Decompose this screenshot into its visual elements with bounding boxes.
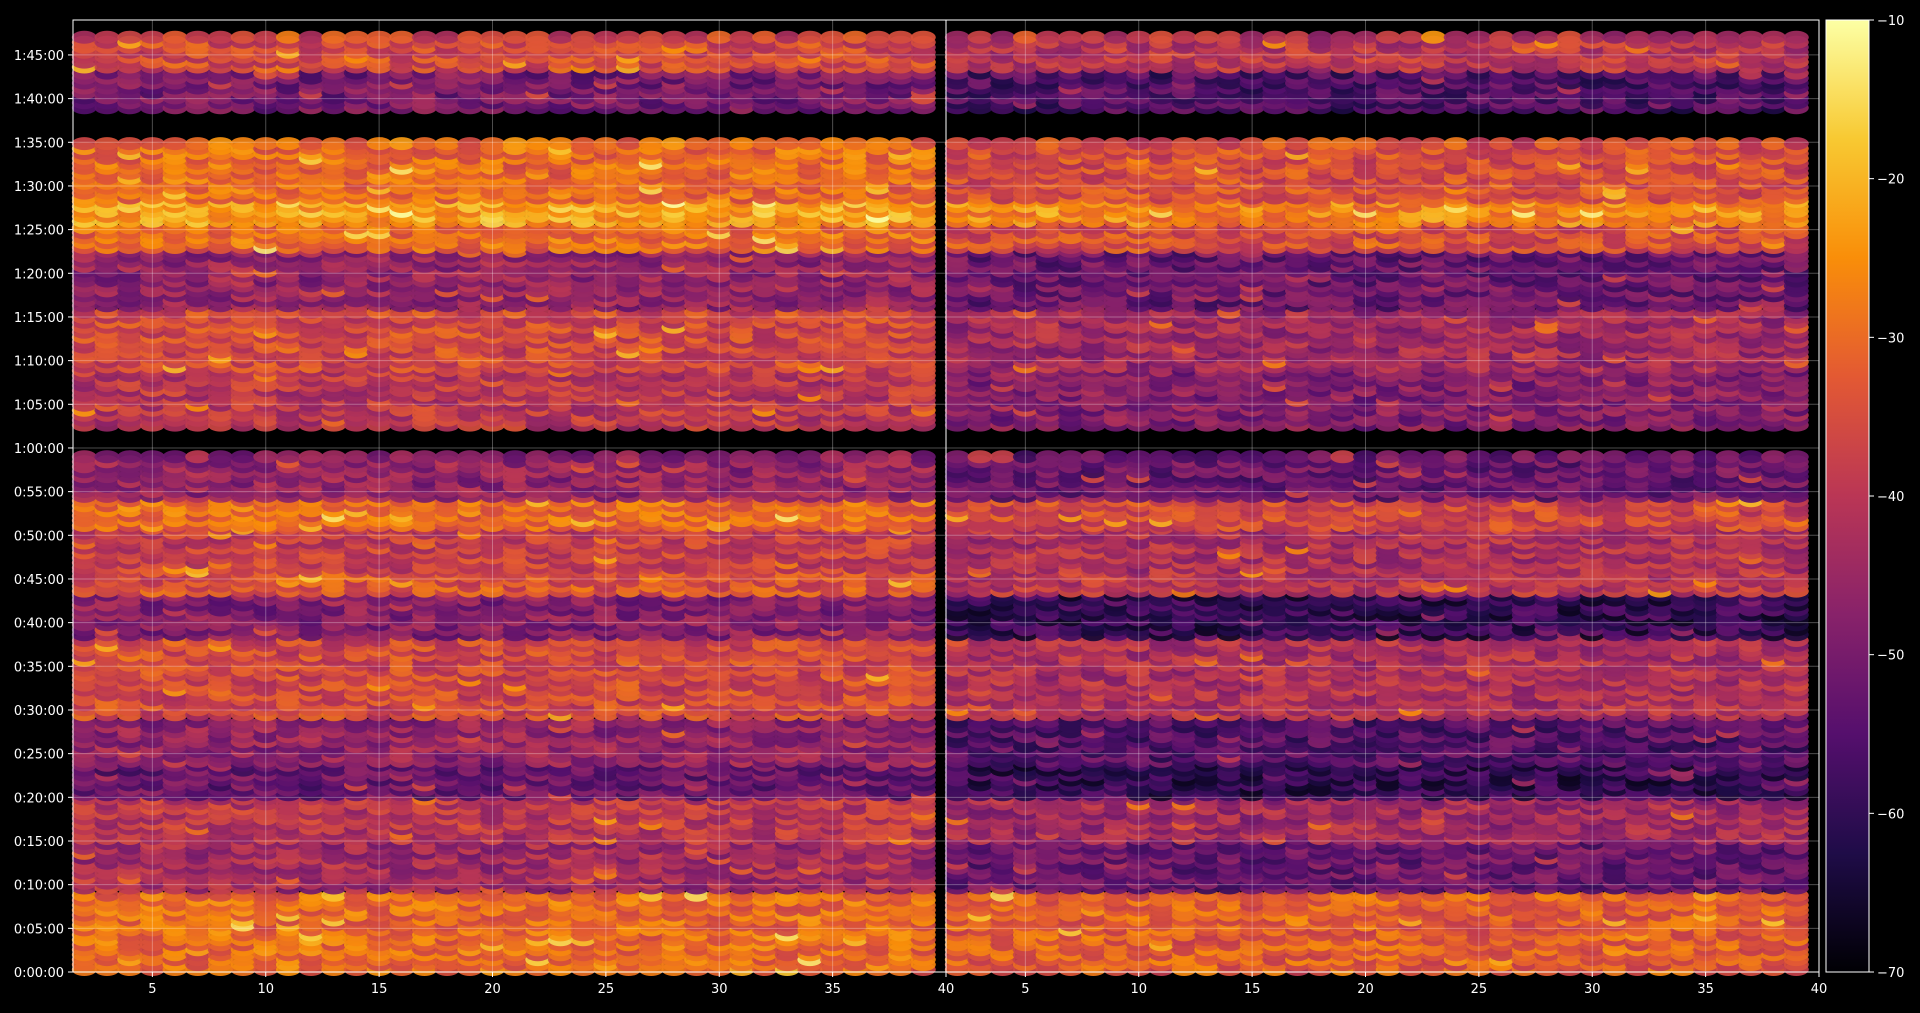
heatmap-cell <box>71 450 97 464</box>
heatmap-cell <box>185 450 211 464</box>
heatmap-cell <box>888 450 914 464</box>
heatmap-cell <box>910 450 936 464</box>
heatmap-cell <box>434 450 460 464</box>
heatmap-cell <box>298 450 324 464</box>
heatmap-cell <box>774 450 800 464</box>
heatmap-cell <box>684 450 710 464</box>
heatmap-cell <box>616 450 641 464</box>
heatmap-cell <box>230 450 256 464</box>
heatmap-cell <box>548 450 573 464</box>
heatmap-cell <box>457 450 483 464</box>
heatmap-cell <box>729 450 755 464</box>
heatmap-cell <box>661 450 687 464</box>
heatmap-cell <box>752 450 778 464</box>
heatmap-cell <box>842 450 868 464</box>
heatmap-cell <box>638 450 664 464</box>
heatmap-cell <box>117 450 143 464</box>
heatmap-cell <box>412 450 437 464</box>
heatmap-cell <box>525 450 551 464</box>
heatmap-cell <box>389 450 415 464</box>
heatmap-cell <box>865 450 891 464</box>
heatmap-chart: 5 10 15 20 25 30 35 40 5 10 15 20 25 30 35 40 0:00:00 0:… <box>0 0 1920 1009</box>
heatmap-cell <box>275 450 301 464</box>
heatmap-cell <box>162 450 188 464</box>
data-marks <box>71 30 1809 976</box>
heatmap-cell <box>502 450 528 464</box>
heatmap-cell <box>321 450 347 464</box>
chart-svg: 5 10 15 20 25 30 35 40 5 10 15 20 25 30 35 40 0:00:000:… <box>14 14 1905 997</box>
heatmap-cell <box>343 450 369 464</box>
heatmap-cell <box>207 450 233 464</box>
heatmap-cell <box>797 450 823 464</box>
heatmap-cell <box>570 450 596 464</box>
heatmap-cell <box>94 450 120 464</box>
